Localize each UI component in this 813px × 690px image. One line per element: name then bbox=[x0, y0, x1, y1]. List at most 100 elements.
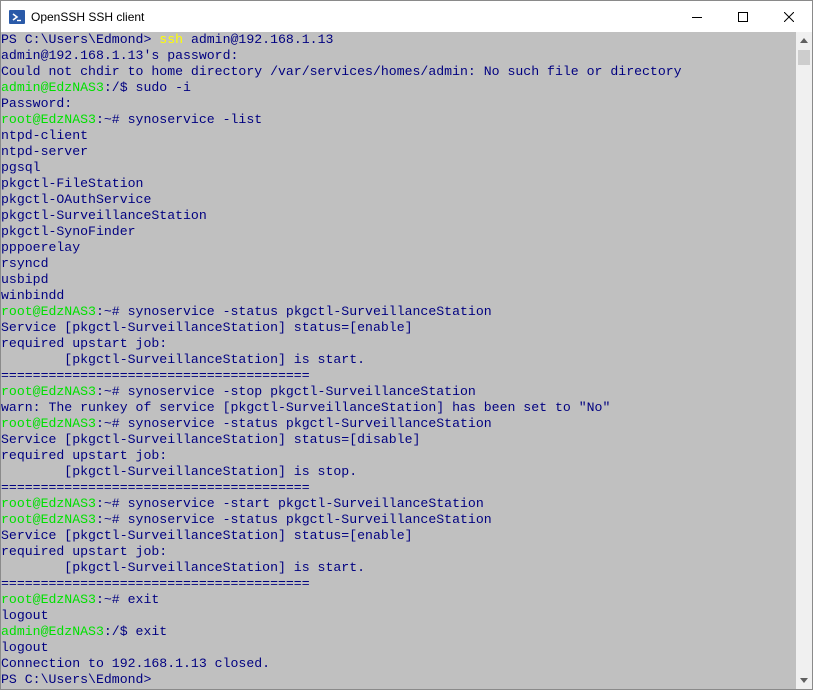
output-text: Service [pkgctl-SurveillanceStation] sta… bbox=[1, 528, 413, 543]
terminal-line: [pkgctl-SurveillanceStation] is stop. bbox=[1, 464, 796, 480]
minimize-icon bbox=[692, 16, 702, 18]
prompt-text: root@EdzNAS3 bbox=[1, 592, 96, 607]
terminal-line: Service [pkgctl-SurveillanceStation] sta… bbox=[1, 432, 796, 448]
terminal-output[interactable]: PS C:\Users\Edmond> ssh admin@192.168.1.… bbox=[1, 32, 796, 689]
output-text: PS C:\Users\Edmond> bbox=[1, 32, 160, 47]
terminal-line: pkgctl-SynoFinder bbox=[1, 224, 796, 240]
terminal-line: PS C:\Users\Edmond> bbox=[1, 672, 796, 688]
terminal-line: logout bbox=[1, 608, 796, 624]
output-text: rsyncd bbox=[1, 256, 49, 271]
title-bar[interactable]: OpenSSH SSH client bbox=[1, 1, 812, 32]
terminal-line: pkgctl-OAuthService bbox=[1, 192, 796, 208]
output-text: warn: The runkey of service [pkgctl-Surv… bbox=[1, 400, 611, 415]
maximize-icon bbox=[738, 11, 748, 22]
output-text: pgsql bbox=[1, 160, 41, 175]
terminal-line: ======================================= bbox=[1, 576, 796, 592]
output-text: pkgctl-SynoFinder bbox=[1, 224, 136, 239]
prompt-text: root@EdzNAS3 bbox=[1, 496, 96, 511]
output-text: admin@192.168.1.13 bbox=[183, 32, 334, 47]
terminal-line: root@EdzNAS3:~# synoservice -start pkgct… bbox=[1, 496, 796, 512]
output-text: pkgctl-SurveillanceStation bbox=[1, 208, 207, 223]
terminal-line: pgsql bbox=[1, 160, 796, 176]
scroll-thumb[interactable] bbox=[798, 50, 810, 65]
terminal-line: Service [pkgctl-SurveillanceStation] sta… bbox=[1, 320, 796, 336]
output-text: [pkgctl-SurveillanceStation] is stop. bbox=[1, 464, 358, 479]
terminal-line: [pkgctl-SurveillanceStation] is start. bbox=[1, 560, 796, 576]
output-text: ======================================= bbox=[1, 480, 310, 495]
output-text: :~# exit bbox=[95, 592, 160, 607]
output-text: Service [pkgctl-SurveillanceStation] sta… bbox=[1, 432, 421, 447]
output-text: PS C:\Users\Edmond> bbox=[1, 672, 152, 687]
terminal-line: logout bbox=[1, 640, 796, 656]
terminal-line: root@EdzNAS3:~# synoservice -status pkgc… bbox=[1, 304, 796, 320]
powershell-icon bbox=[9, 9, 25, 24]
terminal-line: Service [pkgctl-SurveillanceStation] sta… bbox=[1, 528, 796, 544]
terminal-line: pppoerelay bbox=[1, 240, 796, 256]
output-text: [pkgctl-SurveillanceStation] is start. bbox=[1, 560, 366, 575]
terminal-line: rsyncd bbox=[1, 256, 796, 272]
terminal-line: Could not chdir to home directory /var/s… bbox=[1, 64, 796, 80]
output-text: Service [pkgctl-SurveillanceStation] sta… bbox=[1, 320, 413, 335]
terminal-line: root@EdzNAS3:~# exit bbox=[1, 592, 796, 608]
maximize-button[interactable] bbox=[720, 1, 766, 32]
terminal-line: admin@EdzNAS3:/$ sudo -i bbox=[1, 80, 796, 96]
output-text: :/$ sudo -i bbox=[103, 80, 191, 95]
output-text: ntpd-client bbox=[1, 128, 89, 143]
vertical-scrollbar[interactable] bbox=[796, 32, 812, 689]
close-button[interactable] bbox=[766, 1, 812, 32]
output-text: pkgctl-FileStation bbox=[1, 176, 144, 191]
output-text: :~# synoservice -status pkgctl-Surveilla… bbox=[95, 416, 492, 431]
terminal-line: root@EdzNAS3:~# synoservice -status pkgc… bbox=[1, 416, 796, 432]
prompt-text: root@EdzNAS3 bbox=[1, 416, 96, 431]
output-text: pppoerelay bbox=[1, 240, 81, 255]
terminal-line: root@EdzNAS3:~# synoservice -stop pkgctl… bbox=[1, 384, 796, 400]
minimize-button[interactable] bbox=[674, 1, 720, 32]
output-text: required upstart job: bbox=[1, 448, 168, 463]
output-text: logout bbox=[1, 608, 49, 623]
window-title: OpenSSH SSH client bbox=[31, 9, 145, 24]
output-text: pkgctl-OAuthService bbox=[1, 192, 152, 207]
prompt-text: admin@EdzNAS3 bbox=[1, 624, 104, 639]
terminal-line: Connection to 192.168.1.13 closed. bbox=[1, 656, 796, 672]
prompt-text: root@EdzNAS3 bbox=[1, 304, 96, 319]
output-text: admin@192.168.1.13's password: bbox=[1, 48, 239, 63]
output-text: Connection to 192.168.1.13 closed. bbox=[1, 656, 271, 671]
terminal-line: ======================================= bbox=[1, 368, 796, 384]
output-text: :~# synoservice -list bbox=[95, 112, 263, 127]
terminal-line: admin@EdzNAS3:/$ exit bbox=[1, 624, 796, 640]
terminal-line: required upstart job: bbox=[1, 544, 796, 560]
prompt-text: root@EdzNAS3 bbox=[1, 384, 96, 399]
output-text: :/$ exit bbox=[103, 624, 168, 639]
output-text: winbindd bbox=[1, 288, 65, 303]
prompt-text: root@EdzNAS3 bbox=[1, 512, 96, 527]
output-text: required upstart job: bbox=[1, 544, 168, 559]
terminal-line: PS C:\Users\Edmond> ssh admin@192.168.1.… bbox=[1, 32, 796, 48]
terminal-line: Password: bbox=[1, 96, 796, 112]
terminal-line: warn: The runkey of service [pkgctl-Surv… bbox=[1, 400, 796, 416]
output-text: usbipd bbox=[1, 272, 49, 287]
terminal-line: required upstart job: bbox=[1, 448, 796, 464]
terminal-line: ntpd-client bbox=[1, 128, 796, 144]
scroll-down-button[interactable] bbox=[796, 672, 812, 689]
terminal-line: root@EdzNAS3:~# synoservice -list bbox=[1, 112, 796, 128]
output-text: Password: bbox=[1, 96, 73, 111]
scroll-up-button[interactable] bbox=[796, 32, 812, 49]
terminal-line: root@EdzNAS3:~# synoservice -status pkgc… bbox=[1, 512, 796, 528]
scroll-up-arrow-icon bbox=[800, 38, 808, 43]
close-icon bbox=[784, 11, 794, 22]
command-keyword: ssh bbox=[159, 32, 184, 47]
terminal-line: winbindd bbox=[1, 288, 796, 304]
terminal-line: pkgctl-FileStation bbox=[1, 176, 796, 192]
terminal-line: [pkgctl-SurveillanceStation] is start. bbox=[1, 352, 796, 368]
output-text: Could not chdir to home directory /var/s… bbox=[1, 64, 682, 79]
terminal-line: pkgctl-SurveillanceStation bbox=[1, 208, 796, 224]
scroll-down-arrow-icon bbox=[800, 678, 808, 683]
terminal-line: ======================================= bbox=[1, 480, 796, 496]
output-text: ntpd-server bbox=[1, 144, 89, 159]
terminal-window: OpenSSH SSH client PS C:\Users\Edmond> s… bbox=[0, 0, 813, 690]
output-text: ======================================= bbox=[1, 368, 310, 383]
output-text: :~# synoservice -start pkgctl-Surveillan… bbox=[95, 496, 484, 511]
terminal-line: ntpd-server bbox=[1, 144, 796, 160]
output-text: [pkgctl-SurveillanceStation] is start. bbox=[1, 352, 366, 367]
terminal-line: admin@192.168.1.13's password: bbox=[1, 48, 796, 64]
